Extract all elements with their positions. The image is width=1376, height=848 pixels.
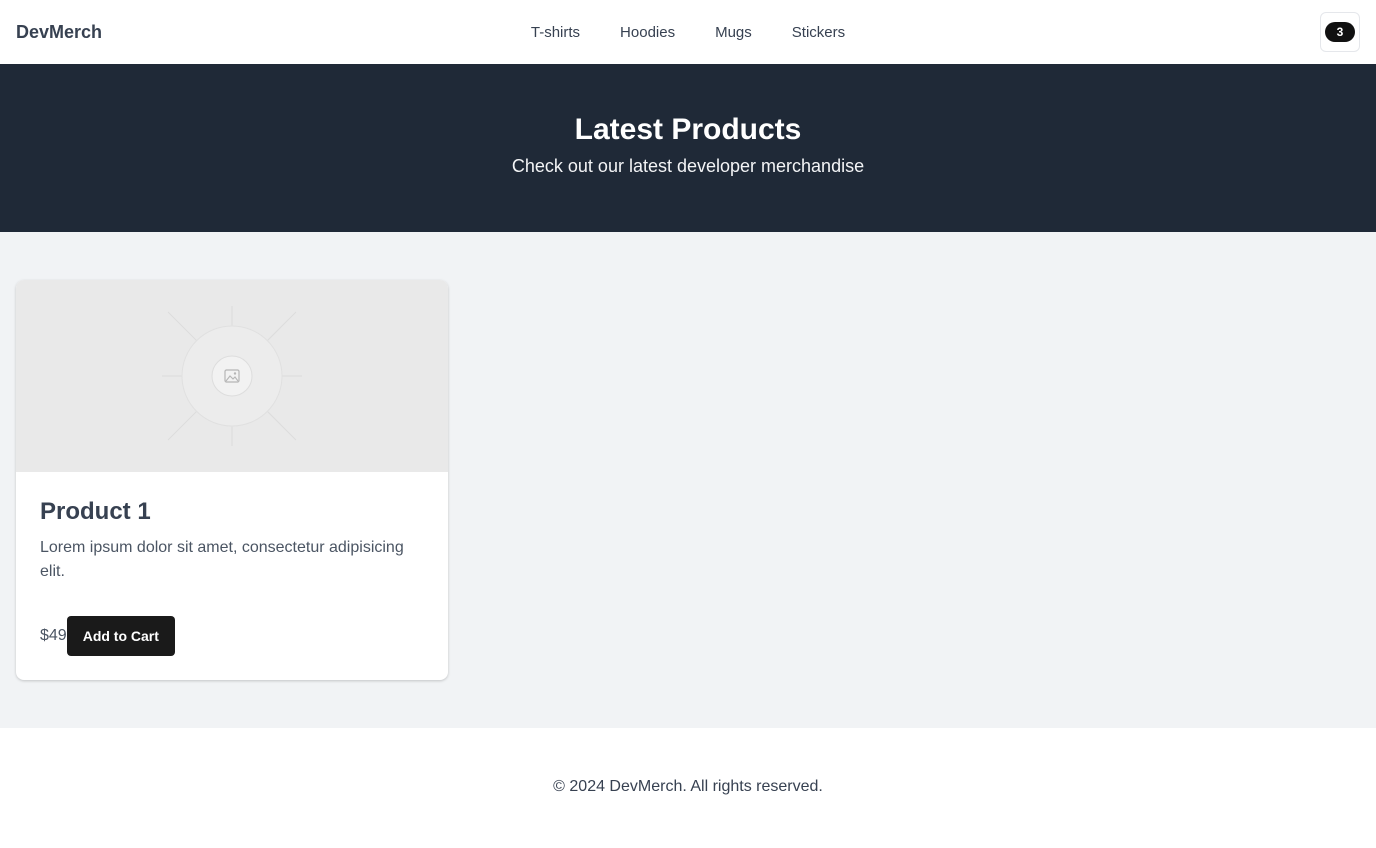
image-placeholder-icon <box>162 306 302 446</box>
product-card: Product 1 Lorem ipsum dolor sit amet, co… <box>16 280 448 680</box>
page-footer: © 2024 DevMerch. All rights reserved. <box>0 728 1376 848</box>
nav-link-mugs[interactable]: Mugs <box>715 24 752 41</box>
product-price: $49 <box>40 627 67 644</box>
product-card-footer: $49 Add to Cart <box>40 616 424 656</box>
product-image <box>16 280 448 472</box>
cart-button[interactable]: 3 <box>1320 12 1360 52</box>
product-title: Product 1 <box>40 498 151 525</box>
cart-count-badge: 3 <box>1325 22 1355 42</box>
footer-copyright: © 2024 DevMerch. All rights reserved. <box>553 778 823 795</box>
hero-subtitle: Check out our latest developer merchandi… <box>511 156 865 176</box>
main-nav: T-shirts Hoodies Mugs Stickers <box>0 0 1376 64</box>
product-grid: Product 1 Lorem ipsum dolor sit amet, co… <box>0 232 1376 728</box>
top-navbar: DevMerch T-shirts Hoodies Mugs Stickers … <box>0 0 1376 64</box>
nav-link-tshirts[interactable]: T-shirts <box>531 24 580 41</box>
hero-title: Latest Products <box>574 113 802 146</box>
product-description: Lorem ipsum dolor sit amet, consectetur … <box>40 539 404 580</box>
nav-link-stickers[interactable]: Stickers <box>792 24 845 41</box>
brand-logo[interactable]: DevMerch <box>16 22 102 43</box>
nav-link-hoodies[interactable]: Hoodies <box>620 24 675 41</box>
add-to-cart-button[interactable]: Add to Cart <box>66 616 175 656</box>
hero-banner: Latest Products Check out our latest dev… <box>0 64 1376 232</box>
product-card-body: Product 1 Lorem ipsum dolor sit amet, co… <box>16 472 448 680</box>
